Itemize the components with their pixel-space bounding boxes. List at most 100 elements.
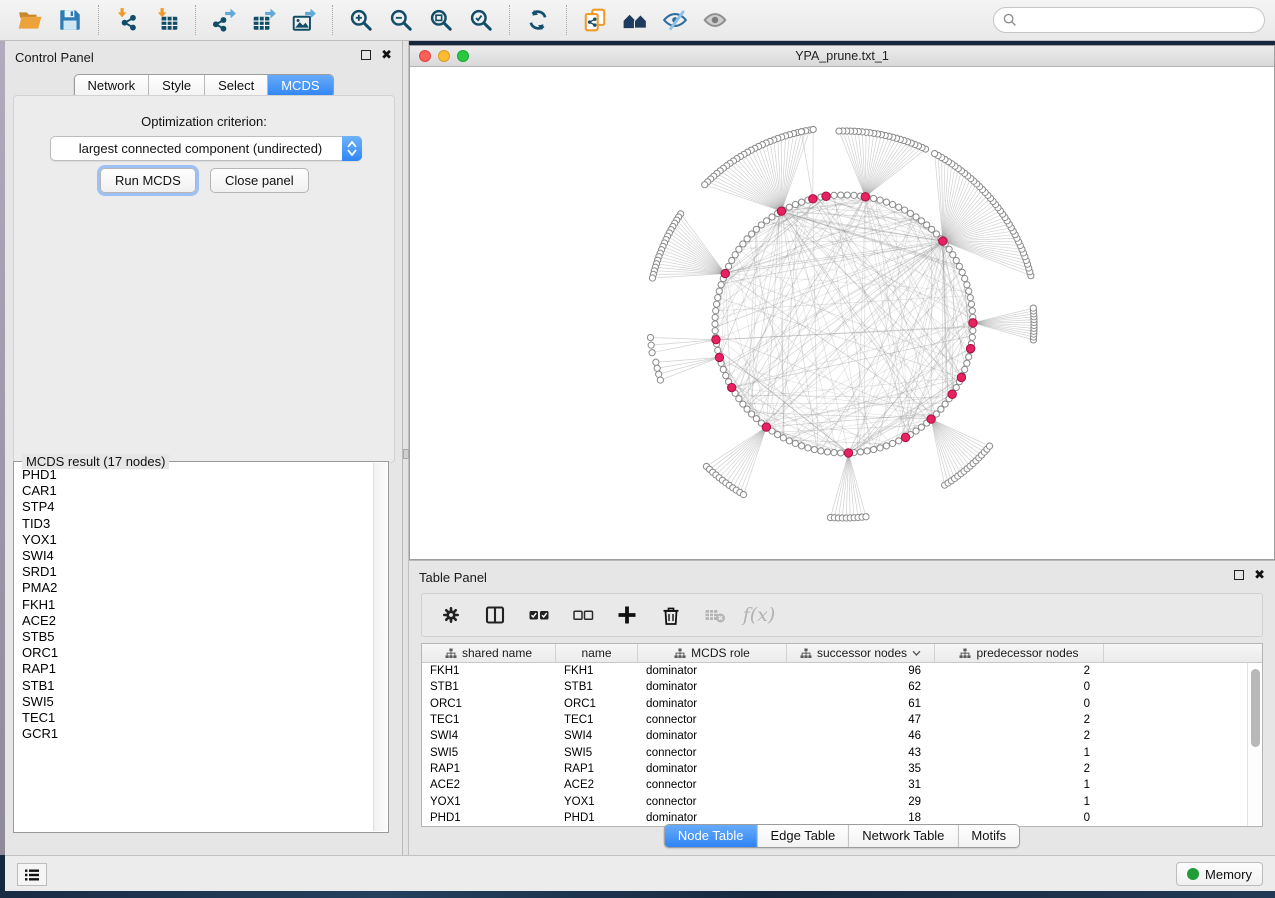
- tab-style[interactable]: Style: [149, 75, 205, 97]
- show-all-button[interactable]: [695, 3, 735, 37]
- graph-node[interactable]: [962, 275, 968, 281]
- table-row[interactable]: ACE2ACE2connector311: [422, 777, 1247, 793]
- graph-node[interactable]: [792, 440, 798, 446]
- mcds-result-item[interactable]: PMA2: [22, 580, 373, 596]
- graph-node[interactable]: [649, 350, 655, 356]
- mcds-result-item[interactable]: ORC1: [22, 645, 373, 661]
- graph-node[interactable]: [799, 443, 805, 449]
- graph-node[interactable]: [836, 128, 842, 134]
- search-input[interactable]: [993, 7, 1265, 33]
- graph-node[interactable]: [953, 257, 959, 263]
- mcds-result-item[interactable]: FKH1: [22, 597, 373, 613]
- scrollbar-thumb[interactable]: [1251, 669, 1260, 747]
- mcds-result-item[interactable]: STP4: [22, 499, 373, 515]
- column-header-name[interactable]: name: [556, 644, 638, 662]
- graph-node[interactable]: [932, 150, 938, 156]
- graph-node[interactable]: [959, 269, 965, 275]
- column-header-MCDS-role[interactable]: MCDS role: [638, 644, 787, 662]
- graph-node[interactable]: [732, 252, 738, 258]
- graph-node[interactable]: [956, 263, 962, 269]
- graph-node[interactable]: [723, 373, 729, 379]
- mcds-result-item[interactable]: RAP1: [22, 661, 373, 677]
- new-network-from-selection-button[interactable]: [575, 3, 615, 37]
- graph-node[interactable]: [811, 446, 817, 452]
- hide-selected-button[interactable]: [655, 3, 695, 37]
- memory-button[interactable]: Memory: [1176, 862, 1263, 886]
- graph-node[interactable]: [967, 295, 973, 301]
- close-panel-button[interactable]: Close panel: [210, 168, 309, 193]
- graph-hub-node[interactable]: [901, 433, 909, 441]
- close-panel-icon[interactable]: ✖: [381, 50, 392, 60]
- graph-hub-node[interactable]: [712, 336, 720, 344]
- mcds-result-item[interactable]: PHD1: [22, 467, 373, 483]
- mcds-list-scrollbar[interactable]: [373, 463, 387, 831]
- zoom-out-button[interactable]: [381, 3, 421, 37]
- tab-edge-table[interactable]: Edge Table: [757, 825, 849, 847]
- mcds-result-item[interactable]: TID3: [22, 516, 373, 532]
- graph-node[interactable]: [713, 301, 719, 307]
- graph-node[interactable]: [786, 438, 792, 444]
- graph-node[interactable]: [763, 218, 769, 224]
- graph-hub-node[interactable]: [957, 373, 965, 381]
- graph-hub-node[interactable]: [777, 207, 785, 215]
- graph-hub-node[interactable]: [809, 195, 817, 203]
- graph-node[interactable]: [838, 450, 844, 456]
- graph-node[interactable]: [729, 257, 735, 263]
- graph-node[interactable]: [953, 384, 959, 390]
- graph-hub-node[interactable]: [715, 353, 723, 361]
- network-graph[interactable]: [410, 67, 1274, 559]
- column-header-shared-name[interactable]: shared name: [422, 644, 556, 662]
- save-session-button[interactable]: [50, 3, 90, 37]
- open-file-button[interactable]: [10, 3, 50, 37]
- graph-hub-node[interactable]: [966, 344, 974, 352]
- graph-node[interactable]: [818, 448, 824, 454]
- graph-node[interactable]: [968, 301, 974, 307]
- close-table-panel-icon[interactable]: ✖: [1254, 570, 1265, 580]
- graph-node[interactable]: [831, 450, 837, 456]
- function-builder-button[interactable]: f(x): [744, 598, 774, 632]
- graph-hub-node[interactable]: [939, 237, 947, 245]
- zoom-fit-button[interactable]: [421, 3, 461, 37]
- graph-node[interactable]: [966, 354, 972, 360]
- network-window-titlebar[interactable]: YPA_prune.txt_1: [410, 46, 1274, 67]
- tab-network[interactable]: Network: [74, 75, 149, 97]
- tab-mcds[interactable]: MCDS: [268, 75, 332, 97]
- graph-node[interactable]: [647, 334, 653, 340]
- graph-node[interactable]: [831, 192, 837, 198]
- graph-node[interactable]: [736, 396, 742, 402]
- graph-node[interactable]: [942, 401, 948, 407]
- graph-node[interactable]: [712, 314, 718, 320]
- tab-select[interactable]: Select: [205, 75, 268, 97]
- graph-hub-node[interactable]: [844, 449, 852, 457]
- tab-network-table[interactable]: Network Table: [849, 825, 958, 847]
- export-network-button[interactable]: [204, 3, 244, 37]
- table-row[interactable]: SWI5SWI5connector431: [422, 744, 1247, 760]
- graph-node[interactable]: [740, 492, 746, 498]
- graph-node[interactable]: [962, 366, 968, 372]
- graph-node[interactable]: [653, 359, 659, 365]
- graph-node[interactable]: [654, 365, 660, 371]
- graph-node[interactable]: [966, 288, 972, 294]
- graph-hub-node[interactable]: [969, 319, 977, 327]
- graph-hub-node[interactable]: [822, 192, 830, 200]
- graph-node[interactable]: [736, 246, 742, 252]
- graph-node[interactable]: [964, 360, 970, 366]
- graph-node[interactable]: [964, 282, 970, 288]
- window-minimize-icon[interactable]: [438, 50, 450, 62]
- zoom-selected-button[interactable]: [461, 3, 501, 37]
- column-header-successor-nodes[interactable]: successor nodes: [787, 644, 935, 662]
- graph-node[interactable]: [946, 246, 952, 252]
- mcds-result-item[interactable]: SWI4: [22, 548, 373, 564]
- mcds-result-item[interactable]: SWI5: [22, 694, 373, 710]
- graph-node[interactable]: [799, 199, 805, 205]
- column-selector-button[interactable]: [480, 598, 510, 632]
- zoom-in-button[interactable]: [341, 3, 381, 37]
- float-panel-icon[interactable]: [361, 50, 371, 60]
- table-row[interactable]: TEC1TEC1connector472: [422, 712, 1247, 728]
- graph-node[interactable]: [969, 308, 975, 314]
- mcds-result-item[interactable]: TEC1: [22, 710, 373, 726]
- graph-node[interactable]: [844, 192, 850, 198]
- graph-node[interactable]: [715, 347, 721, 353]
- graph-node[interactable]: [713, 308, 719, 314]
- graph-hub-node[interactable]: [728, 383, 736, 391]
